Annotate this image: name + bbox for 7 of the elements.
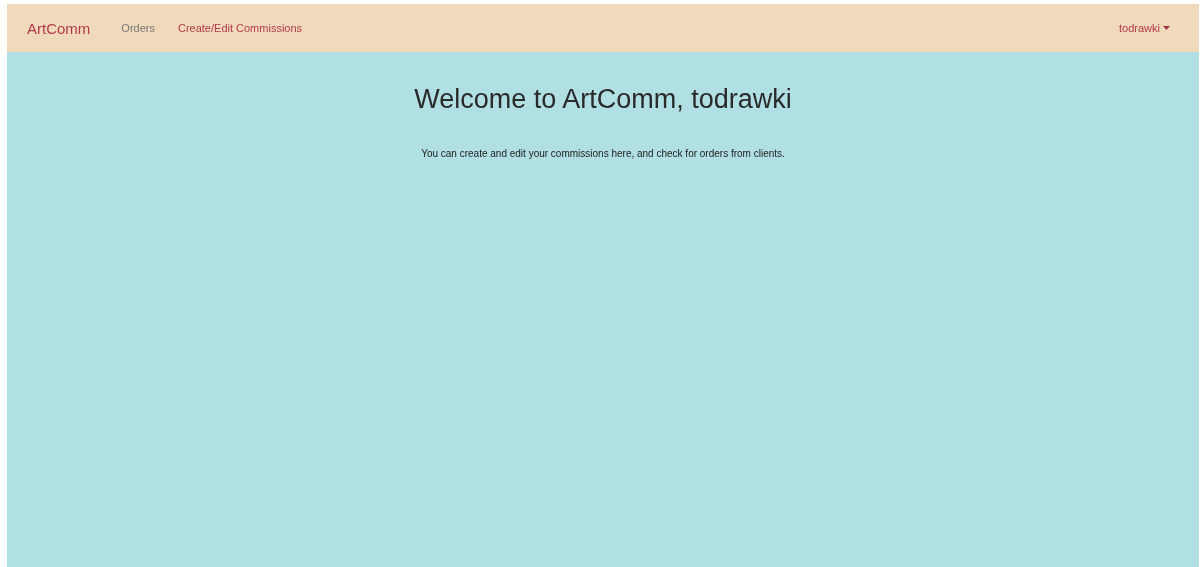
user-menu[interactable]: todrawki [1119,22,1170,34]
caret-icon [1163,26,1170,30]
welcome-heading: Welcome to ArtComm, todrawki [414,84,792,115]
brand-link[interactable]: ArtComm [27,19,91,37]
nav-link[interactable]: Create/Edit Commissions [177,22,303,34]
intro-text: You can create and edit your commissions here, and check for orders from clients. [421,148,785,159]
nav-link[interactable]: Orders [121,22,155,34]
